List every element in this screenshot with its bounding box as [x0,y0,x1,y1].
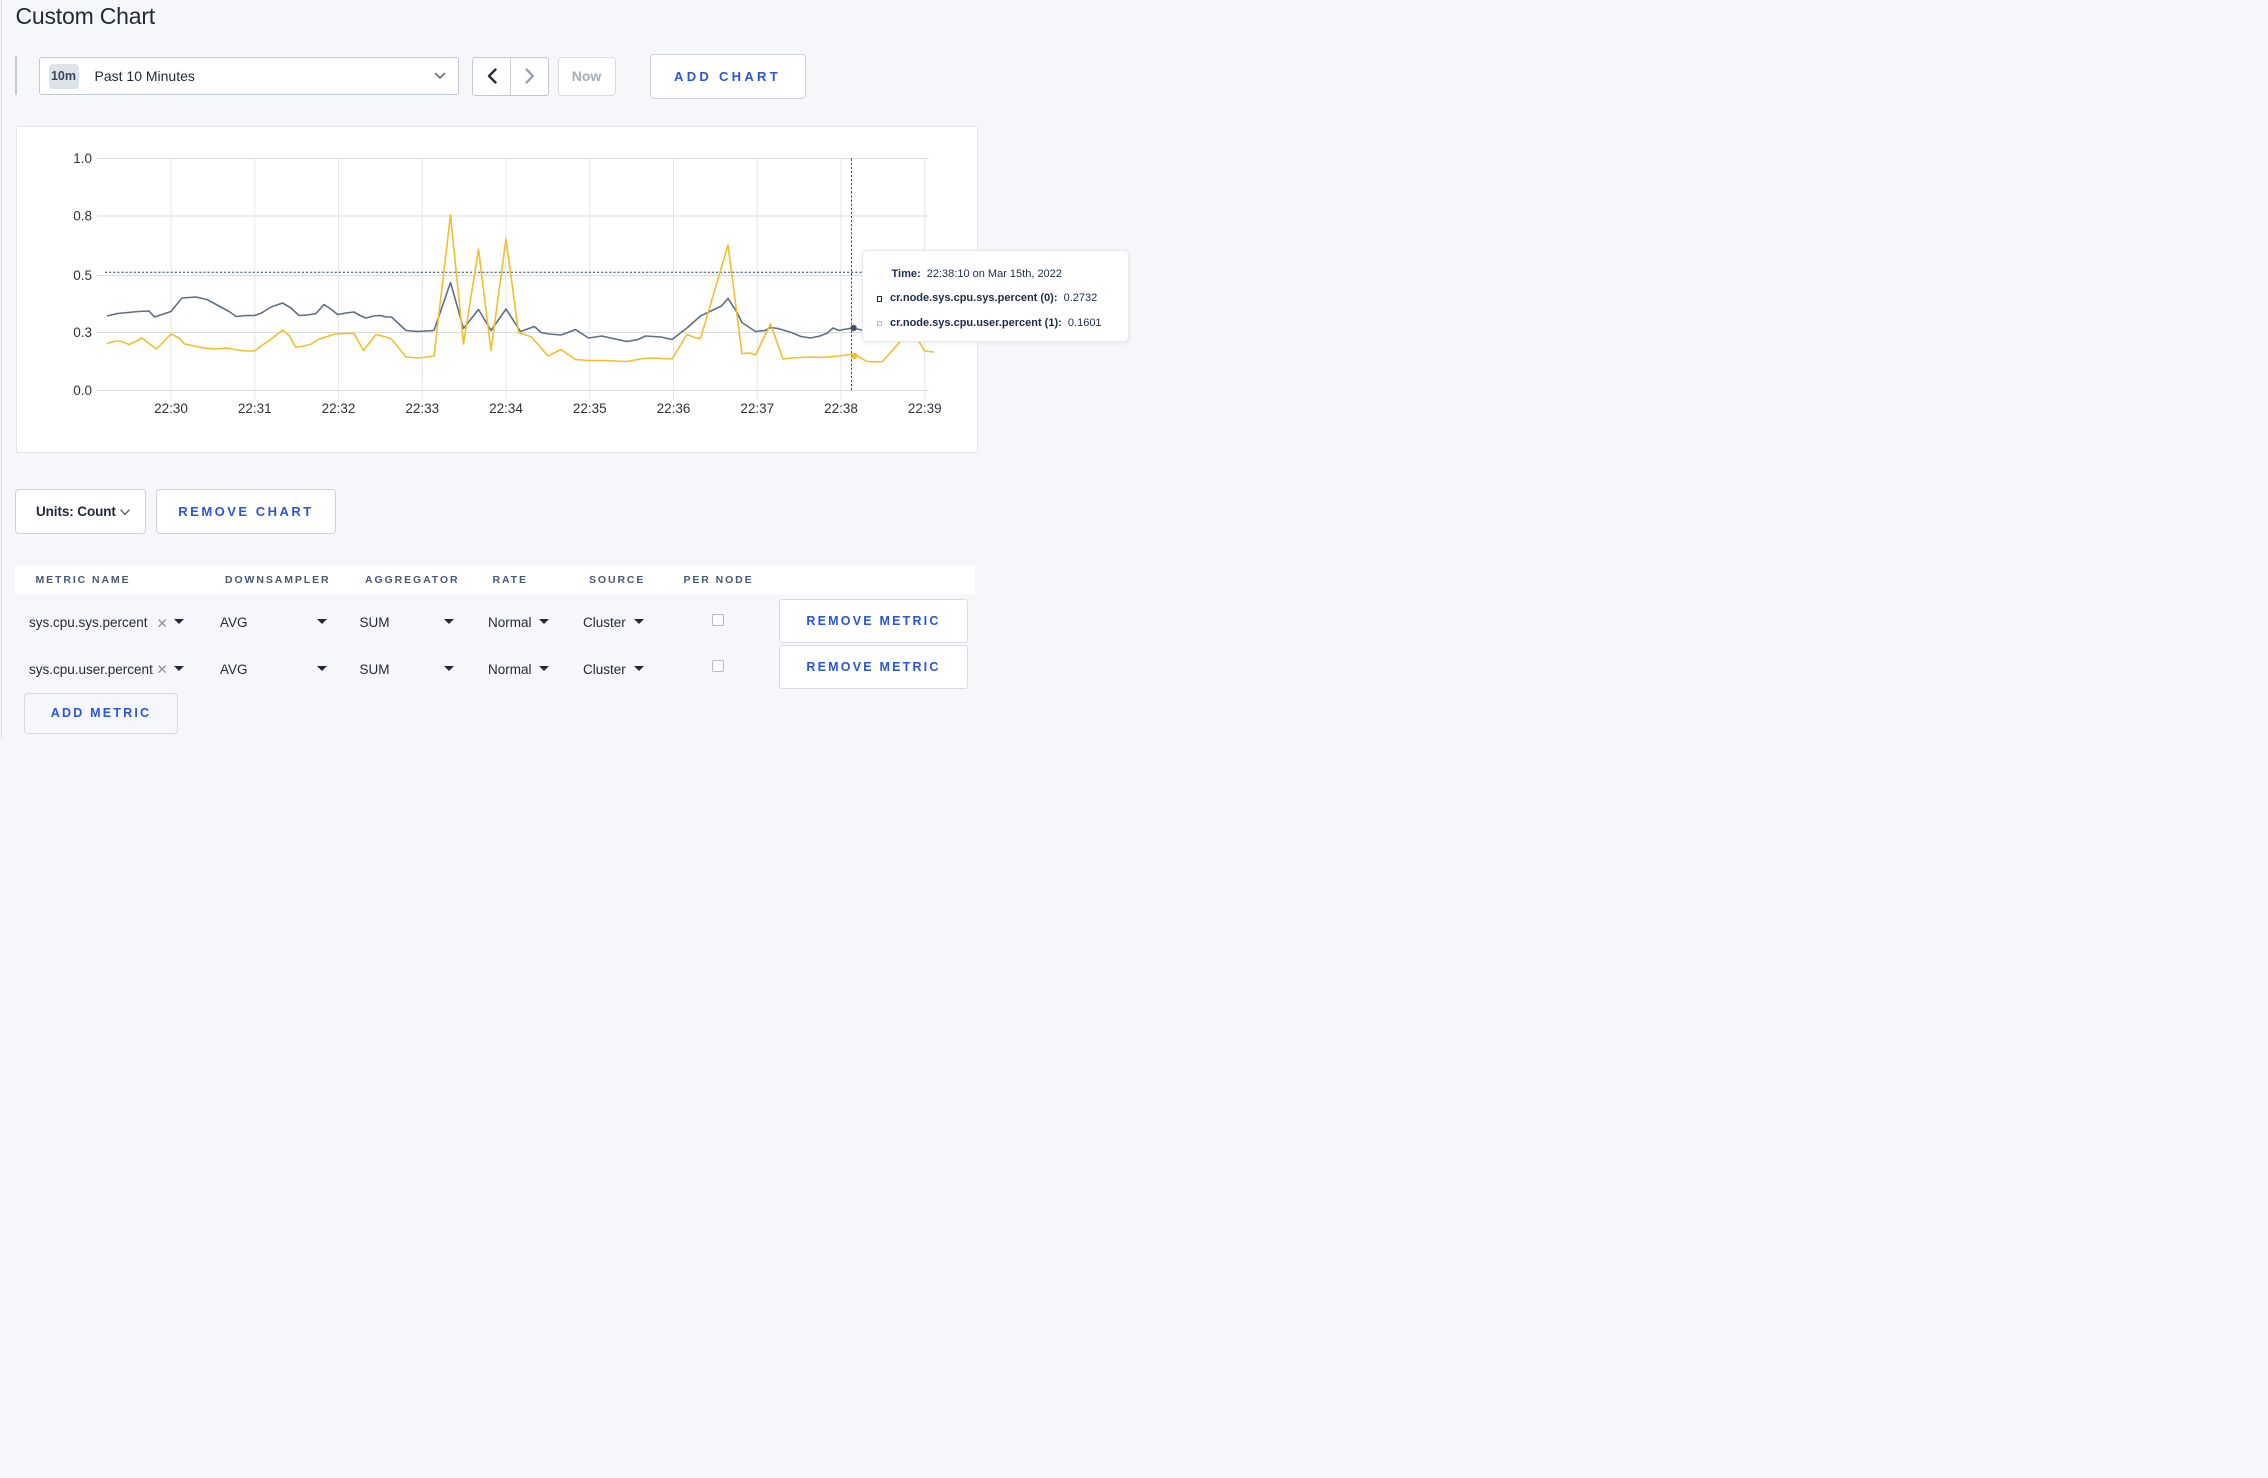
svg-text:22:37: 22:37 [740,401,774,416]
svg-text:22:30: 22:30 [154,401,188,416]
svg-text:22:33: 22:33 [405,401,439,416]
svg-text:0.5: 0.5 [73,268,92,283]
svg-text:0.8: 0.8 [73,209,92,224]
svg-text:22:35: 22:35 [573,401,607,416]
svg-text:22:36: 22:36 [657,401,691,416]
svg-text:1.0: 1.0 [73,151,92,166]
svg-text:22:32: 22:32 [322,401,356,416]
svg-text:22:39: 22:39 [908,401,942,416]
svg-text:22:38: 22:38 [824,401,858,416]
svg-text:0.0: 0.0 [73,383,92,398]
svg-text:22:31: 22:31 [238,401,272,416]
svg-text:22:34: 22:34 [489,401,523,416]
svg-text:0.3: 0.3 [73,325,92,340]
